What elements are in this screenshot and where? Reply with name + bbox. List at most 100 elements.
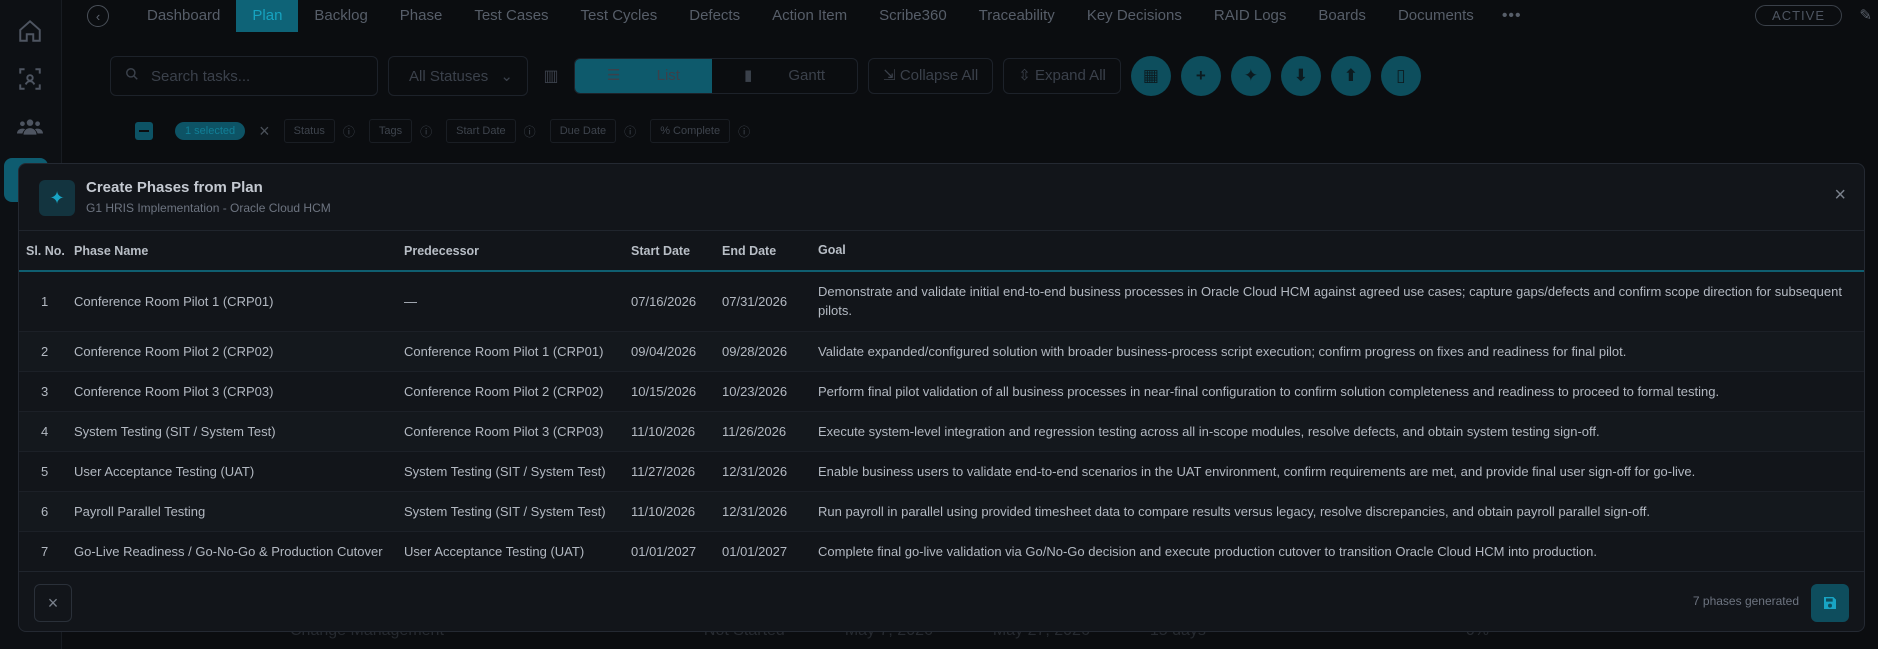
filter-chip-start-date[interactable]: Start Date [446,119,516,143]
tab-traceability[interactable]: Traceability [963,0,1071,32]
status-filter-value: All Statuses [409,67,489,85]
filter-chip-due-date[interactable]: Due Date [549,119,617,143]
tab-key-decisions[interactable]: Key Decisions [1071,0,1198,32]
row-no: 1 [19,271,74,332]
table-row[interactable]: 6 Payroll Parallel Testing System Testin… [19,491,1864,532]
filter-chip-status[interactable]: Status [283,119,335,143]
row-no: 4 [19,411,74,452]
top-nav: ‹ Dashboard Plan Backlog Phase Test Case… [62,0,1878,32]
view-toggle: ☰ List ▮ Gantt [574,58,859,94]
home-icon[interactable] [11,12,49,50]
list-view-button[interactable]: ☰ List [575,59,712,93]
row-start-date: 09/04/2026 [631,331,722,372]
bar-chart-icon: ▮ [743,67,757,84]
filter-row: 1 selected × Status ⓘ Tags ⓘ Start Date ⓘ D… [135,118,756,144]
tab-raid-logs[interactable]: RAID Logs [1198,0,1303,32]
collapse-all-button[interactable]: ⇲ Collapse All [868,58,994,94]
col-end-date: End Date [722,231,818,272]
row-goal: Perform final pilot validation of all bu… [818,371,1864,412]
row-end-date: 12/31/2026 [722,451,818,492]
row-no: 5 [19,451,74,492]
toolbar: Search tasks... All Statuses ⌄ ▥ ☰ List … [110,56,1421,96]
tab-scribe360[interactable]: Scribe360 [863,0,963,32]
row-predecessor: System Testing (SIT / System Test) [404,491,631,532]
table-row[interactable]: 4 System Testing (SIT / System Test) Con… [19,411,1864,452]
select-all-checkbox[interactable] [135,122,153,140]
calendar-add-icon[interactable]: ▦ [1130,56,1171,96]
edit-icon[interactable]: ✎ [1859,6,1872,24]
row-goal: Execute system-level integration and reg… [818,411,1864,452]
filter-chip-tags[interactable]: Tags [368,119,413,143]
save-icon [1824,597,1836,609]
download-icon[interactable]: ⬇ [1280,56,1321,96]
row-end-date: 07/31/2026 [722,271,818,332]
more-tabs-icon[interactable]: ••• [1490,7,1534,25]
back-icon[interactable]: ‹ [87,5,109,27]
row-predecessor: Conference Room Pilot 3 (CRP03) [404,411,631,452]
cancel-button[interactable]: × [34,584,72,622]
col-start-date: Start Date [631,231,722,272]
modal-title: Create Phases from Plan [86,179,263,196]
table-row[interactable]: 3 Conference Room Pilot 3 (CRP03) Confer… [19,371,1864,412]
table-row[interactable]: 7 Go-Live Readiness / Go-No-Go & Product… [19,531,1864,572]
clear-selection-icon[interactable]: × [259,121,270,142]
tab-action-item[interactable]: Action Item [756,0,863,32]
sparkle-icon[interactable]: ✦ [1230,56,1271,96]
expand-all-button[interactable]: ⇳ Expand All [1003,58,1121,94]
row-start-date: 11/10/2026 [631,411,722,452]
tab-test-cycles[interactable]: Test Cycles [565,0,674,32]
row-phase-name: User Acceptance Testing (UAT) [74,451,404,492]
tab-boards[interactable]: Boards [1302,0,1382,32]
tab-dashboard[interactable]: Dashboard [131,0,236,32]
row-predecessor: — [404,271,631,332]
table-row[interactable]: 2 Conference Room Pilot 2 (CRP02) Confer… [19,331,1864,372]
delete-icon[interactable]: ▯ [1380,56,1421,96]
row-end-date: 11/26/2026 [722,411,818,452]
create-phases-modal: ✦ Create Phases from Plan G1 HRIS Implem… [18,163,1865,632]
search-input[interactable]: Search tasks... [110,56,378,96]
search-icon [125,67,139,85]
status-badge: ACTIVE [1755,5,1842,26]
scan-icon[interactable] [11,60,49,98]
table-row[interactable]: 5 User Acceptance Testing (UAT) System T… [19,451,1864,492]
tab-documents[interactable]: Documents [1382,0,1490,32]
row-goal: Validate expanded/configured solution wi… [818,331,1864,372]
info-icon: ⓘ [523,124,536,139]
sparkle-icon: ✦ [39,180,75,216]
upload-icon[interactable]: ⬆ [1330,56,1371,96]
row-phase-name: Payroll Parallel Testing [74,491,404,532]
row-phase-name: Conference Room Pilot 1 (CRP01) [74,271,404,332]
row-start-date: 07/16/2026 [631,271,722,332]
row-predecessor: Conference Room Pilot 2 (CRP02) [404,371,631,412]
row-end-date: 01/01/2027 [722,531,818,572]
row-start-date: 01/01/2027 [631,531,722,572]
grid-view-icon[interactable]: ▥ [538,56,564,96]
save-button[interactable] [1811,584,1849,622]
row-end-date: 10/23/2026 [722,371,818,412]
tab-backlog[interactable]: Backlog [298,0,383,32]
gantt-view-button[interactable]: ▮ Gantt [712,59,857,93]
col-sl-no: Sl. No. [19,231,74,272]
row-no: 6 [19,491,74,532]
phases-table: Sl. No. Phase Name Predecessor Start Dat… [19,231,1864,572]
row-phase-name: Conference Room Pilot 3 (CRP03) [74,371,404,412]
tab-defects[interactable]: Defects [673,0,756,32]
table-row[interactable]: 1 Conference Room Pilot 1 (CRP01) — 07/1… [19,271,1864,332]
tab-phase[interactable]: Phase [384,0,459,32]
row-no: 3 [19,371,74,412]
add-icon[interactable]: + [1180,56,1221,96]
modal-header: ✦ Create Phases from Plan G1 HRIS Implem… [19,164,1864,231]
filter-chip-complete[interactable]: % Complete [650,119,731,143]
row-predecessor: Conference Room Pilot 1 (CRP01) [404,331,631,372]
tab-plan[interactable]: Plan [236,0,299,32]
info-icon: ⓘ [342,124,355,139]
row-end-date: 12/31/2026 [722,491,818,532]
tab-test-cases[interactable]: Test Cases [458,0,564,32]
selected-count-badge: 1 selected [175,122,246,140]
row-goal: Run payroll in parallel using provided t… [818,491,1864,532]
team-icon[interactable] [11,108,49,146]
close-icon[interactable]: × [1834,184,1846,207]
row-end-date: 09/28/2026 [722,331,818,372]
status-filter-select[interactable]: All Statuses ⌄ [388,56,528,96]
row-predecessor: User Acceptance Testing (UAT) [404,531,631,572]
